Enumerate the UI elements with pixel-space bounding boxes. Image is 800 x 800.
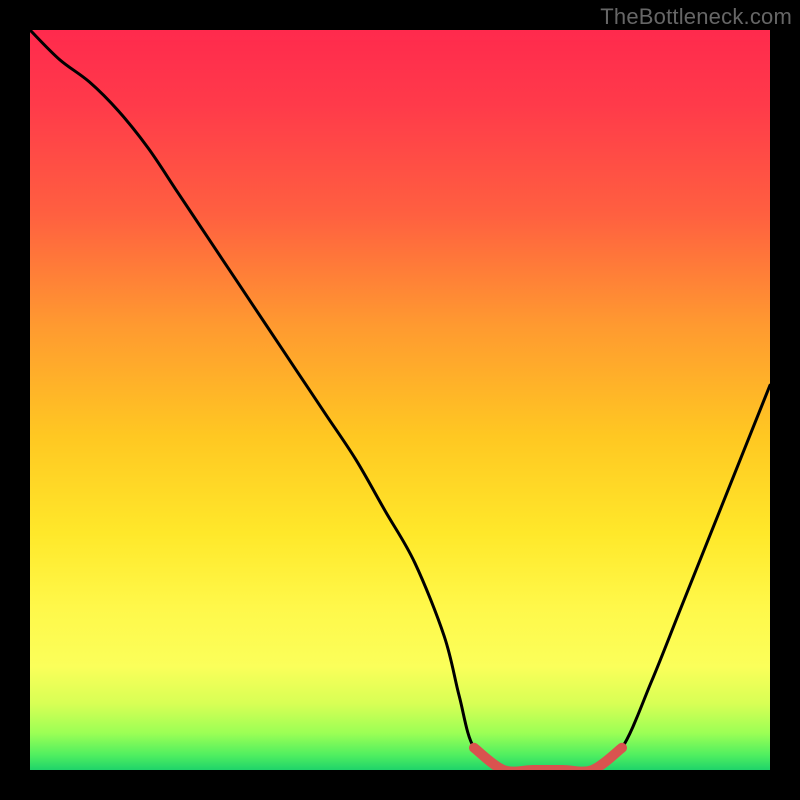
curve-layer [30, 30, 770, 770]
watermark-text: TheBottleneck.com [600, 4, 792, 30]
chart-frame: TheBottleneck.com [0, 0, 800, 800]
bottleneck-curve [30, 30, 770, 770]
gradient-plot-area [30, 30, 770, 770]
optimal-flat-region [474, 748, 622, 770]
